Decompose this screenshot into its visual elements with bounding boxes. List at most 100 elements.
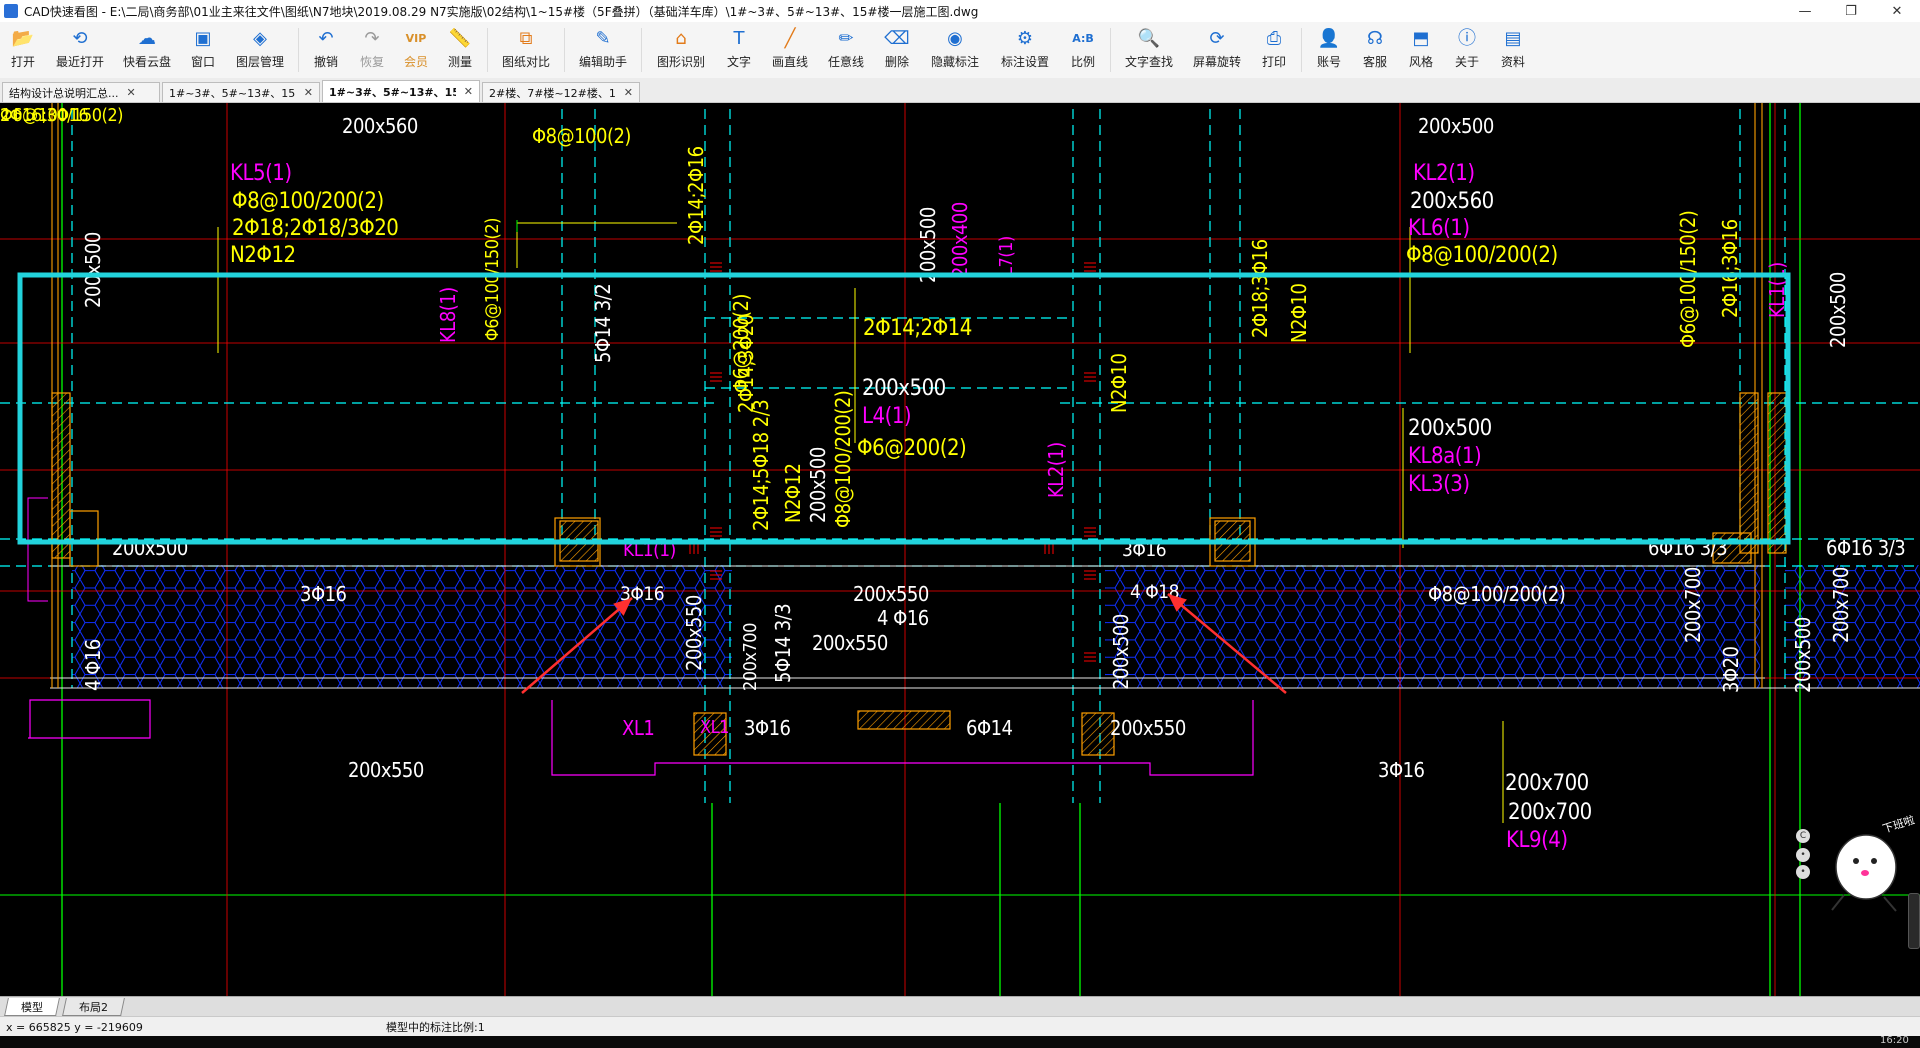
toolbar-label: 快看云盘 — [122, 55, 171, 69]
close-button[interactable]: ✕ — [1874, 0, 1920, 22]
document-tab[interactable]: 结构设计总说明汇总... ✕ — [2, 82, 160, 102]
drawing-label: Φ8@100(2) — [532, 124, 631, 148]
annotation-scale-text: 模型中的标注比例:1 — [386, 1021, 485, 1034]
drawing-label: XL1 — [622, 716, 654, 740]
toolbar-button-eraser[interactable]: ⌫ 删除 — [874, 22, 920, 72]
toolbar-button-window[interactable]: ▣ 窗口 — [180, 22, 226, 72]
toolbar-button-scale[interactable]: A:B 比例 — [1060, 22, 1106, 72]
drawing-label: Φ8@100/200(2) — [1428, 582, 1565, 606]
toolbar-separator — [298, 28, 299, 72]
toolbar-button-edit-assistant[interactable]: ✎ 编辑助手 — [569, 22, 637, 72]
vertical-scrollbar[interactable] — [1908, 893, 1920, 949]
window-controls: — ❐ ✕ — [1782, 0, 1920, 22]
drawing-label: 200x700 — [1508, 800, 1592, 825]
drawing-label: KL8(1) — [436, 287, 460, 343]
print-icon: ⎙ — [1266, 28, 1282, 49]
toolbar-button-pen[interactable]: ✏ 任意线 — [818, 22, 874, 72]
rotate-screen-icon: ⟳ — [1209, 28, 1225, 49]
toolbar-label: 文字 — [726, 55, 751, 69]
drawing-label: KL3(3) — [1408, 472, 1470, 497]
compare-icon: ⧉ — [519, 28, 533, 49]
drawing-label: Φ8@100/200(2) — [831, 391, 855, 528]
toolbar-button-undo[interactable]: ↶ 撤销 — [303, 22, 349, 72]
drawing-label: 3Φ16 — [1378, 758, 1425, 782]
layout-tab[interactable]: 模型 — [4, 997, 60, 1016]
document-tab[interactable]: 1#~3#、5#~13#、15#... ✕ — [162, 82, 320, 102]
taskbar-strip: 16:20 — [0, 1035, 1920, 1048]
drawing-label: 200x400 — [948, 202, 972, 278]
mascot-icon[interactable]: 下班啦 — [1814, 815, 1920, 925]
toolbar-label: 客服 — [1362, 55, 1387, 69]
edit-assistant-icon: ✎ — [595, 28, 611, 49]
redo-icon: ↷ — [364, 28, 380, 49]
info-icon: ⓘ — [1458, 28, 1476, 49]
toolbar-label: 图层管理 — [235, 55, 284, 69]
toolbar-button-rotate-screen[interactable]: ⟳ 屏幕旋转 — [1183, 22, 1251, 72]
toolbar-button-text-search[interactable]: 🔍 文字查找 — [1115, 22, 1183, 72]
toolbar-label: 最近打开 — [55, 55, 104, 69]
toolbar-button-shape-recognize[interactable]: ⌂ 图形识别 — [646, 22, 716, 72]
document-tab[interactable]: 2#楼、7#楼~12#楼、1... ✕ — [482, 82, 640, 102]
title-bar: CAD快速看图 - E:\二局\商务部\01业主来往文件\图纸\N7地块\201… — [0, 0, 1920, 22]
drawing-label: 200x560 — [1410, 189, 1494, 214]
toolbar-label: 打开 — [10, 55, 35, 69]
close-tab-icon[interactable]: ✕ — [624, 86, 633, 99]
toolbar-button-vip[interactable]: VIP 会员 — [395, 22, 437, 72]
toolbar-button-info[interactable]: ⓘ 关于 — [1444, 22, 1490, 72]
toolbar-button-annotation-settings[interactable]: ⚙ 标注设置 — [990, 22, 1060, 72]
drawing-labels: 200x560 Φ8@100(2)KL5(1)Φ8@100/200(2)2Φ18;… — [0, 105, 1906, 853]
assistant-widget[interactable]: C • • 下班啦 — [1784, 815, 1920, 925]
hide-annotation-icon: ◉ — [947, 28, 963, 49]
cad-drawing-canvas[interactable]: 200x560 Φ8@100(2) KL5(1) Φ8@100/200(2) 2Φ18;… — [0, 103, 1920, 996]
option-dot-icon[interactable]: • — [1796, 865, 1810, 879]
toolbar-button-style[interactable]: ⬒ 风格 — [1398, 22, 1444, 72]
layout-tabs: 模型 布局2 — [0, 996, 1920, 1016]
toolbar-button-compare[interactable]: ⧉ 图纸对比 — [492, 22, 560, 72]
drawing-label: 4 Φ16 — [81, 639, 105, 691]
document-tab-label: 结构设计总说明汇总... — [9, 86, 119, 100]
toolbar-label: 打印 — [1261, 55, 1286, 69]
column-hatch — [1767, 392, 1787, 554]
toolbar-label: 图纸对比 — [501, 55, 550, 69]
toolbar-button-headset[interactable]: ☊ 客服 — [1352, 22, 1398, 72]
toolbar-separator — [641, 28, 642, 72]
drawing-label: XL1 — [700, 717, 729, 738]
close-tab-icon[interactable]: ✕ — [464, 85, 473, 98]
drawing-label: 4 Φ16 — [877, 606, 929, 630]
drawing-label: KL2(1) — [1044, 442, 1068, 498]
minimize-button[interactable]: — — [1782, 0, 1828, 22]
cad-drawing[interactable]: 200x560 Φ8@100(2)KL5(1)Φ8@100/200(2)2Φ18;… — [0, 103, 1920, 996]
toolbar-button-hide-annotation[interactable]: ◉ 隐藏标注 — [920, 22, 990, 72]
settings-dot-icon[interactable]: • — [1796, 848, 1810, 862]
drawing-label: 200x560 — [342, 114, 418, 138]
toolbar-button-docs[interactable]: ▤ 资料 — [1490, 22, 1536, 72]
drawing-label: KL5(1) — [230, 161, 292, 186]
close-tab-icon[interactable]: ✕ — [127, 86, 136, 99]
scale-icon: A:B — [1072, 32, 1094, 45]
toolbar-button-text[interactable]: T 文字 — [716, 22, 762, 72]
close-tab-icon[interactable]: ✕ — [304, 86, 313, 99]
account-icon: 👤 — [1317, 28, 1341, 49]
toolbar-button-cloud[interactable]: ☁ 快看云盘 — [114, 22, 180, 72]
drawing-label: 2Φ14;5Φ18 2/3 — [749, 400, 773, 531]
feedback-icon[interactable]: C — [1796, 829, 1810, 843]
drawing-label: Φ8@100/200(2) — [1406, 243, 1558, 268]
toolbar-button-recent[interactable]: ⟲ 最近打开 — [46, 22, 114, 72]
layout-tab[interactable]: 布局2 — [62, 997, 125, 1016]
cloud-icon: ☁ — [138, 28, 156, 49]
toolbar-button-line[interactable]: ╱ 画直线 — [762, 22, 818, 72]
toolbar-button-account[interactable]: 👤 账号 — [1306, 22, 1352, 72]
toolbar-button-redo[interactable]: ↷ 恢复 — [349, 22, 395, 72]
toolbar-button-folder-open[interactable]: 📂 打开 — [0, 22, 46, 72]
toolbar-button-layers[interactable]: ◈ 图层管理 — [226, 22, 294, 72]
drawing-label: L4(1) — [862, 404, 911, 429]
toolbar-button-print[interactable]: ⎙ 打印 — [1251, 22, 1297, 72]
document-tab[interactable]: 1#~3#、5#~13#、15#... ✕ — [322, 80, 480, 102]
toolbar-button-measure[interactable]: 📏 测量 — [437, 22, 483, 72]
drawing-label: KL2(1) — [1413, 161, 1475, 186]
restore-button[interactable]: ❐ — [1828, 0, 1874, 22]
drawing-label: N2Φ12 — [781, 464, 805, 523]
drawing-label: 200x500 — [1826, 272, 1850, 348]
drawing-label: 3Φ16 — [300, 582, 347, 606]
clock-text: 16:20 — [1880, 1035, 1909, 1046]
